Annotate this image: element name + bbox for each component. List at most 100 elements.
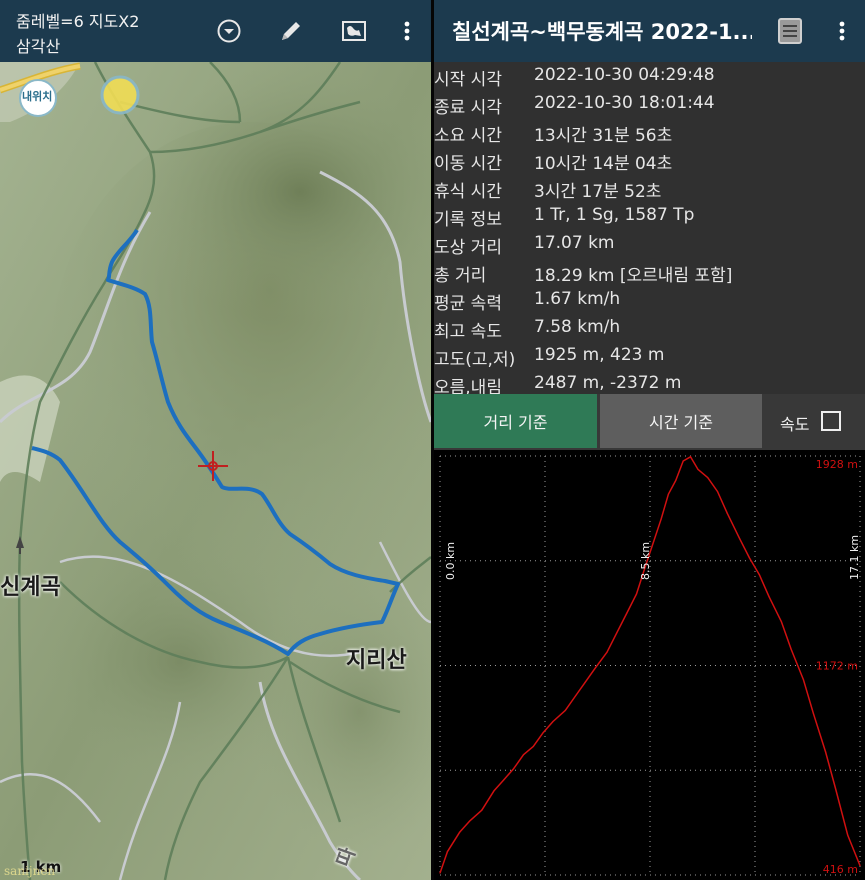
map-area-title: 삼각산 <box>16 37 61 56</box>
elevation-point <box>802 679 805 681</box>
elevation-point <box>825 751 827 753</box>
speed-label: 속도 <box>780 415 810 434</box>
elevation-point <box>689 456 692 458</box>
more-vert-icon[interactable] <box>824 13 860 49</box>
elevation-chart[interactable]: 1928 m 1172 m 416 m 0.0 km 8.5 km 17.1 km <box>434 450 865 880</box>
stat-label: 휴식 시간 <box>434 182 502 202</box>
place-label-valley: 신계곡 <box>0 575 61 600</box>
elevation-point <box>675 479 677 481</box>
elevation-point <box>667 493 670 495</box>
stat-row-start-time: 시작 시각 2022-10-30 04:29:48 <box>434 62 865 90</box>
place-label-jirisan: 지리산 <box>346 648 407 673</box>
elevation-point <box>748 557 751 559</box>
speed-checkbox[interactable] <box>821 411 841 431</box>
track-stats-table: 시작 시각 2022-10-30 04:29:48 종료 시각 2022-10-… <box>434 62 865 398</box>
elevation-point <box>682 460 684 462</box>
elevation-point <box>459 831 461 833</box>
stat-label: 총 거리 <box>434 266 487 286</box>
x-tick-label: 8.5 km <box>639 542 652 580</box>
elevation-point <box>574 695 576 698</box>
topographic-map[interactable]: 내위치 신계곡 지리산 따 1 km sanijnen <box>0 61 431 880</box>
y-tick-label: 1928 m <box>816 458 858 471</box>
elevation-point <box>481 809 483 811</box>
stat-value: 18.29 km [오르내림 포함] <box>534 266 733 286</box>
elevation-point <box>847 834 849 836</box>
elevation-point <box>584 682 586 684</box>
elevation-point <box>439 872 441 874</box>
elevation-point <box>790 648 792 651</box>
stat-label: 도상 거리 <box>434 238 502 258</box>
stat-row-rest-time: 휴식 시간 3시간 17분 52초 <box>434 174 865 202</box>
elevation-point <box>468 820 471 822</box>
elevation-point <box>660 518 662 520</box>
stat-value: 1.67 km/h <box>534 289 621 309</box>
elevation-chart-svg: 1928 m 1172 m 416 m 0.0 km 8.5 km 17.1 km <box>439 455 861 876</box>
elevation-point <box>513 767 515 770</box>
elevation-point <box>768 596 770 598</box>
time-basis-button[interactable]: 시간 기준 <box>600 394 762 448</box>
elevation-point <box>493 790 495 792</box>
elevation-point <box>758 574 760 576</box>
elevation-point <box>564 709 566 711</box>
elevation-point <box>522 754 525 756</box>
stat-row-record-info: 기록 정보 1 Tr, 1 Sg, 1587 Tp <box>434 202 865 230</box>
map-icon[interactable] <box>336 13 372 49</box>
track-detail-panel: 칠선계곡~백무동계곡 2022-1... 시작 시각 2022-10-30 04… <box>434 0 865 880</box>
stat-value: 13시간 31분 56초 <box>534 126 673 146</box>
elevation-point <box>716 490 719 493</box>
elevation-point <box>780 621 783 623</box>
elevation-point <box>635 593 638 595</box>
y-tick-label: 416 m <box>823 863 858 876</box>
elevation-point <box>446 851 448 853</box>
elevation-point <box>707 477 709 479</box>
elevation-point <box>812 712 814 714</box>
elevation-series-line <box>439 456 861 874</box>
stat-value: 2022-10-30 04:29:48 <box>534 65 715 85</box>
map-zoom-title: 줌레벨=6 지도X2 <box>16 12 140 31</box>
stat-value: 17.07 km <box>534 233 615 253</box>
stat-row-total-distance: 총 거리 18.29 km [오르내림 포함] <box>434 258 865 286</box>
elevation-point <box>532 745 534 748</box>
stat-value: 7.58 km/h <box>534 317 621 337</box>
pencil-icon[interactable] <box>273 13 309 49</box>
elevation-point <box>616 632 618 634</box>
chevron-down-circle-icon[interactable] <box>211 13 247 49</box>
stat-label: 소요 시간 <box>434 126 502 146</box>
track-title: 칠선계곡~백무동계곡 2022-1... <box>452 20 752 44</box>
map-canvas <box>0 61 431 880</box>
elevation-point <box>834 787 837 789</box>
elevation-point <box>653 540 655 542</box>
y-tick-label: 1172 m <box>816 660 858 673</box>
elevation-point <box>739 537 741 540</box>
stat-value: 2487 m, -2372 m <box>534 373 682 393</box>
elevation-point <box>542 731 544 734</box>
distance-basis-button[interactable]: 거리 기준 <box>434 394 597 448</box>
stat-label: 고도(고,저) <box>434 350 516 370</box>
elevation-point <box>594 668 596 670</box>
track-app-bar: 칠선계곡~백무동계곡 2022-1... <box>434 0 865 62</box>
stat-row-moving-time: 이동 시간 10시간 14분 04초 <box>434 146 865 174</box>
more-vert-icon[interactable] <box>389 13 425 49</box>
stat-label: 이동 시간 <box>434 154 502 174</box>
stat-label: 평균 속력 <box>434 294 502 314</box>
elevation-point <box>626 612 628 615</box>
map-app-bar: 줌레벨=6 지도X2 삼각산 <box>0 0 431 62</box>
map-panel: 줌레벨=6 지도X2 삼각산 내위치 신계곡 지리산 따 1 km sanijn… <box>0 0 431 880</box>
stat-value: 3시간 17분 52초 <box>534 182 662 202</box>
stat-label: 시작 시각 <box>434 70 502 90</box>
watermark: sanijnen <box>4 864 56 878</box>
elevation-point <box>552 720 554 723</box>
x-tick-label: 0.0 km <box>444 542 457 580</box>
list-view-icon[interactable] <box>772 13 808 49</box>
stat-label: 기록 정보 <box>434 210 502 230</box>
elevation-point <box>606 651 608 653</box>
stat-label: 종료 시각 <box>434 98 502 118</box>
stat-row-max-speed: 최고 속도 7.58 km/h <box>434 314 865 342</box>
stat-row-map-distance: 도상 거리 17.07 km <box>434 230 865 258</box>
stat-row-elapsed-time: 소요 시간 13시간 31분 56초 <box>434 118 865 146</box>
stat-value: 1 Tr, 1 Sg, 1587 Tp <box>534 205 695 225</box>
stat-value: 2022-10-30 18:01:44 <box>534 93 715 113</box>
elevation-point <box>697 468 699 470</box>
stat-label: 최고 속도 <box>434 322 502 342</box>
stat-row-end-time: 종료 시각 2022-10-30 18:01:44 <box>434 90 865 118</box>
